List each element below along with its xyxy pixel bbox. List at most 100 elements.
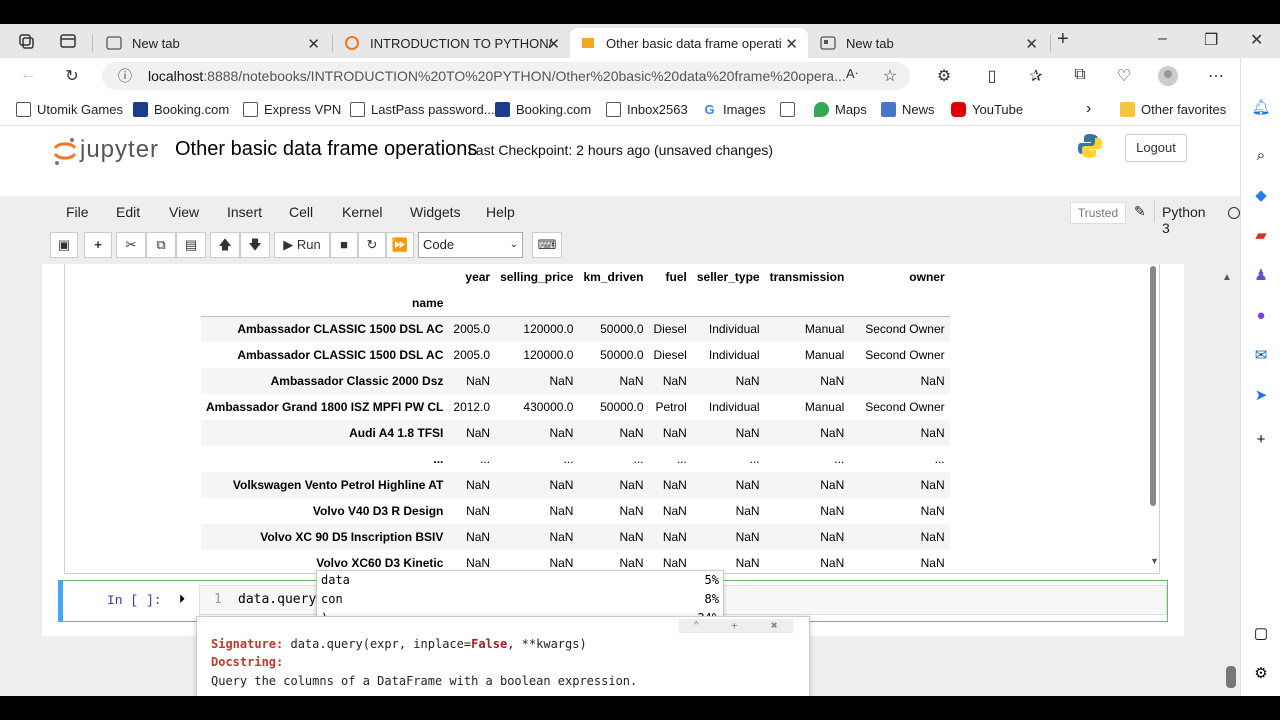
menu-view[interactable]: View	[169, 204, 199, 220]
bookmark-youtube[interactable]: YouTube	[951, 102, 1023, 117]
scroll-down-arrow-icon[interactable]: ▼	[1150, 556, 1159, 566]
minimize-button[interactable]: –	[1158, 30, 1167, 48]
move-down-icon[interactable]: 🡇	[240, 232, 270, 258]
insert-cell-icon[interactable]: +	[84, 232, 112, 258]
tab-other-basic-data-frame[interactable]: Other basic data frame operation ✕	[570, 28, 808, 58]
collections-icon[interactable]: ⧉	[1070, 66, 1090, 84]
sidebar-layout-icon[interactable]: ▢	[1251, 624, 1271, 644]
maps-pin-icon	[814, 102, 829, 117]
bookmark-page[interactable]	[780, 102, 801, 117]
notebook-title[interactable]: Other basic data frame operations	[175, 138, 477, 161]
settings-gear-icon[interactable]: ⚙	[1251, 664, 1271, 684]
tooltip-pager-icon[interactable]: +	[731, 619, 738, 632]
performance-icon[interactable]: ♡	[1114, 66, 1134, 86]
bookmark-booking-2[interactable]: Booking.com	[495, 102, 591, 117]
menu-edit[interactable]: Edit	[116, 204, 140, 220]
bookmark-utomik[interactable]: Utomik Games	[16, 102, 123, 117]
more-menu-icon[interactable]: ⋯	[1206, 66, 1226, 86]
restart-run-all-icon[interactable]: ⏩	[386, 232, 414, 258]
autocomplete-item[interactable]: con 8%	[317, 590, 723, 609]
run-button[interactable]: ▶ Run	[274, 232, 330, 258]
workspaces-icon[interactable]	[16, 32, 36, 55]
cell-type-select[interactable]: Code ⌄	[418, 232, 523, 258]
copy-icon[interactable]: ⧉	[146, 232, 176, 258]
split-screen-icon[interactable]: ▯	[982, 66, 1002, 86]
info-icon[interactable]: ⓘ	[118, 62, 132, 90]
menu-help[interactable]: Help	[486, 204, 515, 220]
extensions-icon[interactable]: ⚙	[934, 66, 954, 86]
docstring-text: Query the columns of a DataFrame with a …	[211, 674, 638, 688]
url-field[interactable]: ⓘ localhost:8888/notebooks/INTRODUCTION%…	[102, 62, 910, 90]
shopping-tag-icon[interactable]: ◆	[1251, 186, 1271, 206]
bookmark-express-vpn[interactable]: Express VPN	[243, 102, 341, 117]
tab-close-icon[interactable]: ✕	[547, 35, 560, 53]
bookmark-maps[interactable]: Maps	[814, 102, 867, 117]
profile-avatar[interactable]	[1158, 66, 1178, 91]
menu-insert[interactable]: Insert	[227, 204, 262, 220]
tab-new-tab-2[interactable]: New tab ✕	[810, 28, 1048, 58]
menu-file[interactable]: File	[66, 204, 89, 220]
favorite-star-icon[interactable]: ☆	[880, 66, 900, 86]
table-cell: 50000.0	[600, 348, 644, 362]
cut-icon[interactable]: ✂	[116, 232, 146, 258]
table-cell: NaN	[662, 426, 687, 440]
bookmarks-more-chevron-icon[interactable]: ›	[1086, 100, 1091, 118]
table-cell: Second Owner	[865, 322, 945, 337]
tab-new-tab-1[interactable]: New tab ✕	[96, 28, 330, 58]
bookmark-page-icon	[350, 102, 365, 117]
table-cell: NaN	[466, 478, 491, 492]
new-tab-button[interactable]: +	[1057, 28, 1069, 51]
bookmark-images[interactable]: G Images	[702, 102, 765, 117]
add-sidebar-app-icon[interactable]: +	[1251, 430, 1271, 450]
tooltip-close-icon[interactable]: ✖	[771, 619, 778, 632]
tab-title: New tab	[846, 35, 894, 51]
output-scrollbar[interactable]	[1150, 266, 1156, 506]
bookmark-page-icon	[780, 102, 795, 117]
close-window-button[interactable]: ✕	[1250, 30, 1263, 50]
move-up-icon[interactable]: 🡅	[210, 232, 240, 258]
save-icon[interactable]: ▣	[50, 232, 78, 258]
edit-pencil-icon[interactable]: ✎	[1134, 203, 1146, 220]
trusted-badge[interactable]: Trusted	[1070, 202, 1126, 224]
menu-widgets[interactable]: Widgets	[410, 204, 461, 220]
read-aloud-icon[interactable]: A͏ᐧ	[842, 66, 862, 82]
jupyter-logo-icon[interactable]	[52, 136, 78, 171]
games-icon[interactable]: ♟	[1251, 266, 1271, 286]
bookmark-lastpass[interactable]: LastPass password...	[350, 102, 495, 117]
microsoft365-icon[interactable]: ●	[1251, 306, 1271, 326]
menu-kernel[interactable]: Kernel	[342, 204, 382, 220]
table-row: Ambassador Classic 2000 Dsz NaN NaN NaN NaN N…	[201, 368, 950, 394]
menu-cell[interactable]: Cell	[289, 204, 313, 220]
back-icon[interactable]: ←	[18, 66, 38, 84]
url-path: :8888/notebooks/INTRODUCTION%20TO%20PYTH…	[203, 68, 846, 84]
tab-close-icon[interactable]: ✕	[785, 35, 798, 53]
page-scroll-up-arrow-icon[interactable]: ▲	[1222, 272, 1232, 283]
restart-icon[interactable]: ↻	[358, 232, 386, 258]
favorites-icon[interactable]: ✰	[1026, 66, 1046, 86]
send-icon[interactable]: ➤	[1251, 386, 1271, 406]
notifications-bell-icon[interactable]: 🔔︎	[1251, 98, 1271, 118]
search-icon[interactable]: ⌕	[1251, 146, 1271, 166]
tab-close-icon[interactable]: ✕	[1025, 35, 1038, 53]
outlook-icon[interactable]: ✉	[1251, 346, 1271, 366]
tooltip-expand-icon[interactable]: ⌃	[693, 619, 700, 632]
bookmark-news[interactable]: News	[881, 102, 935, 117]
browser-window: New tab ✕ INTRODUCTION TO PYTHON/ ✕ Othe…	[0, 24, 1280, 696]
tab-close-icon[interactable]: ✕	[307, 35, 320, 53]
other-favorites-folder[interactable]: Other favorites	[1120, 102, 1226, 117]
maximize-button[interactable]: ❐	[1204, 30, 1218, 50]
booking-icon	[133, 102, 148, 117]
vertical-tabs-icon[interactable]	[58, 32, 78, 55]
command-palette-keyboard-icon[interactable]: ⌨	[532, 232, 562, 258]
logout-button[interactable]: Logout	[1125, 134, 1187, 162]
autocomplete-item[interactable]: data 5%	[317, 571, 723, 590]
bookmark-inbox[interactable]: Inbox2563	[606, 102, 688, 117]
page-scrollbar-thumb[interactable]	[1226, 666, 1236, 688]
paste-icon[interactable]: ▤	[176, 232, 206, 258]
tab-introduction-to-python[interactable]: INTRODUCTION TO PYTHON/ ✕	[334, 28, 570, 58]
bookmark-booking-1[interactable]: Booking.com	[133, 102, 229, 117]
refresh-icon[interactable]: ↻	[62, 66, 82, 86]
signature-line: Signature: data.query(expr, inplace=Fals…	[211, 637, 587, 651]
interrupt-stop-icon[interactable]: ■	[330, 232, 358, 258]
tools-briefcase-icon[interactable]: ▰	[1251, 226, 1271, 246]
